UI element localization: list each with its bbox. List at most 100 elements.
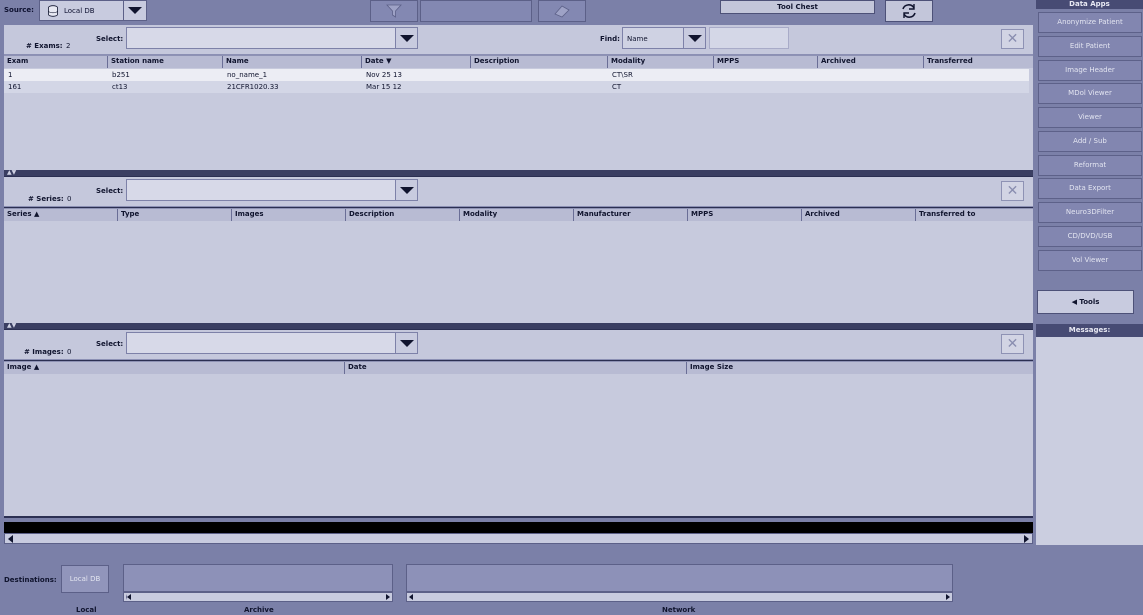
col-description[interactable]: Description: [346, 209, 460, 221]
col-date[interactable]: Date: [345, 362, 687, 374]
col-image[interactable]: Image ▲: [4, 362, 345, 374]
app-mdol-viewer[interactable]: MDol Viewer: [1038, 83, 1142, 104]
cell-station-name: b251: [112, 71, 130, 79]
series-count: 0: [67, 195, 72, 203]
series-select-input[interactable]: [126, 179, 396, 201]
local-label: Local: [76, 606, 97, 614]
col-mpps[interactable]: MPPS: [688, 209, 802, 221]
filter-button[interactable]: [370, 0, 418, 22]
col-archived[interactable]: Archived: [802, 209, 916, 221]
table-row[interactable]: 161 ct13 21CFR1020.33 Mar 15 12 CT: [4, 81, 1029, 93]
chevron-down-icon: [687, 34, 702, 42]
find-field-select[interactable]: Name: [622, 27, 684, 49]
cell-date: Mar 15 12: [366, 83, 402, 91]
chevron-down-icon: [128, 7, 142, 14]
app-data-export[interactable]: Data Export: [1038, 178, 1142, 199]
scroll-right-icon[interactable]: [386, 594, 390, 600]
images-clear-button[interactable]: ✕: [1001, 334, 1024, 354]
toolbar-blank-button[interactable]: [420, 0, 532, 22]
cell-date: Nov 25 13: [366, 71, 402, 79]
col-transferred[interactable]: Transferred: [924, 56, 1033, 68]
app-cd-dvd-usb[interactable]: CD/DVD/USB: [1038, 226, 1142, 247]
close-icon: ✕: [1006, 336, 1019, 352]
col-description[interactable]: Description: [471, 56, 608, 68]
scroll-right-icon[interactable]: [1024, 535, 1029, 543]
series-count-label: # Series:: [28, 195, 64, 203]
cell-name: no_name_1: [227, 71, 268, 79]
col-station-name[interactable]: Station name: [108, 56, 223, 68]
exams-splitter[interactable]: ▲▼: [4, 170, 1033, 176]
app-image-header[interactable]: Image Header: [1038, 60, 1142, 81]
col-name[interactable]: Name: [223, 56, 362, 68]
exams-select-dropdown[interactable]: [395, 27, 418, 49]
archive-destination-list[interactable]: [123, 564, 393, 592]
col-images[interactable]: Images: [232, 209, 346, 221]
refresh-icon: [902, 4, 916, 18]
col-modality[interactable]: Modality: [608, 56, 714, 68]
series-table: [4, 221, 1033, 323]
refresh-button[interactable]: [885, 0, 933, 22]
images-column-header: Image ▲ Date Image Size: [4, 361, 1033, 374]
network-scrollbar[interactable]: [406, 592, 953, 602]
series-select-label: Select:: [96, 187, 124, 195]
find-field-dropdown[interactable]: [683, 27, 706, 49]
main-area: # Exams: 2 Select: Find: Name ✕ Exam Sta…: [4, 25, 1033, 518]
find-input[interactable]: [709, 27, 789, 49]
exams-count: 2: [66, 42, 71, 50]
images-select-dropdown[interactable]: [395, 332, 418, 354]
splitter-grip-icon: ▲▼: [7, 322, 17, 329]
col-mpps[interactable]: MPPS: [714, 56, 818, 68]
exams-select-input[interactable]: [126, 27, 396, 49]
local-db-destination-button[interactable]: Local DB: [61, 565, 109, 593]
tool-chest-button[interactable]: Tool Chest: [720, 0, 875, 14]
scroll-left-icon[interactable]: [126, 594, 131, 600]
horizontal-scrollbar[interactable]: [4, 533, 1033, 544]
images-select-input[interactable]: [126, 332, 396, 354]
scroll-left-icon[interactable]: [409, 594, 413, 600]
app-neuro3dfilter[interactable]: Neuro3DFilter: [1038, 202, 1142, 223]
app-edit-patient[interactable]: Edit Patient: [1038, 36, 1142, 57]
col-image-size[interactable]: Image Size: [687, 362, 1033, 374]
col-date[interactable]: Date ▼: [362, 56, 471, 68]
col-exam[interactable]: Exam: [4, 56, 108, 68]
eraser-button[interactable]: [538, 0, 586, 22]
scroll-right-icon[interactable]: [946, 594, 950, 600]
network-destination-list[interactable]: [406, 564, 953, 592]
app-vol-viewer[interactable]: Vol Viewer: [1038, 250, 1142, 271]
messages-title: Messages:: [1036, 324, 1143, 337]
scroll-left-icon[interactable]: [8, 535, 13, 543]
cell-exam: 1: [8, 71, 13, 79]
close-icon: ✕: [1006, 183, 1019, 199]
col-manufacturer[interactable]: Manufacturer: [574, 209, 688, 221]
close-icon: ✕: [1006, 31, 1019, 47]
col-type[interactable]: Type: [118, 209, 232, 221]
series-splitter[interactable]: ▲▼: [4, 323, 1033, 329]
series-clear-button[interactable]: ✕: [1001, 181, 1024, 201]
images-table: [4, 374, 1033, 516]
series-select-dropdown[interactable]: [395, 179, 418, 201]
col-modality[interactable]: Modality: [460, 209, 574, 221]
exams-panel-header: # Exams: 2 Select: Find: Name ✕: [4, 25, 1033, 55]
splitter-grip-icon: ▲▼: [7, 169, 17, 176]
app-viewer[interactable]: Viewer: [1038, 107, 1142, 128]
data-apps-title: Data Apps: [1036, 0, 1143, 9]
cell-station-name: ct13: [112, 83, 128, 91]
exams-column-header: Exam Station name Name Date ▼ Descriptio…: [4, 55, 1033, 68]
exams-clear-button[interactable]: ✕: [1001, 29, 1024, 49]
exams-select-label: Select:: [96, 35, 124, 43]
cell-name: 21CFR1020.33: [227, 83, 279, 91]
app-add-sub[interactable]: Add / Sub: [1038, 131, 1142, 152]
app-reformat[interactable]: Reformat: [1038, 155, 1142, 176]
images-select-label: Select:: [96, 340, 124, 348]
archive-scrollbar[interactable]: [123, 592, 393, 602]
table-row[interactable]: 1 b251 no_name_1 Nov 25 13 CT\SR: [4, 69, 1029, 81]
source-select[interactable]: Local DB: [39, 0, 147, 21]
app-anonymize-patient[interactable]: Anonymize Patient: [1038, 12, 1142, 33]
images-count: 0: [67, 348, 72, 356]
col-transferred-to[interactable]: Transferred to: [916, 209, 1033, 221]
col-archived[interactable]: Archived: [818, 56, 924, 68]
col-series[interactable]: Series ▲: [4, 209, 118, 221]
source-dropdown-button[interactable]: [123, 1, 146, 20]
tools-button[interactable]: ◀ Tools: [1037, 290, 1134, 314]
chevron-down-icon: [399, 339, 414, 347]
